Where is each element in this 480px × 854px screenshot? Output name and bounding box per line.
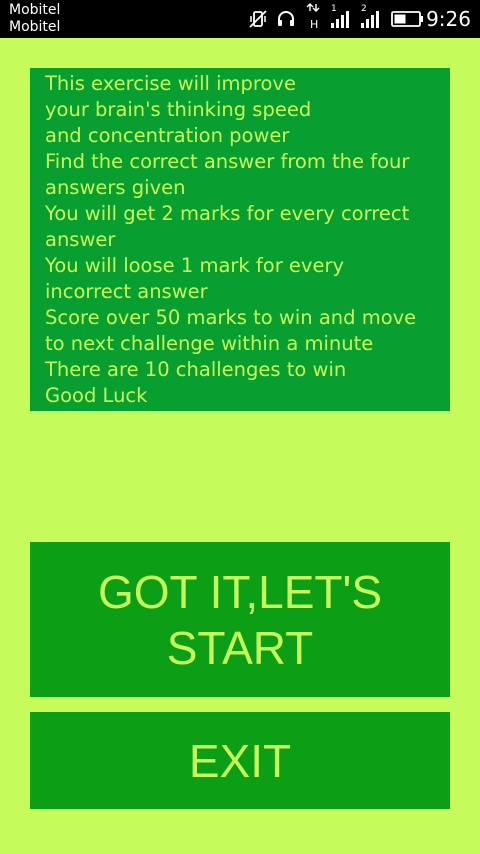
instruction-line: You will get 2 marks for every correct [45, 202, 410, 225]
start-button-label-line2: START [166, 621, 314, 674]
instruction-line: your brain's thinking speed [45, 98, 312, 121]
network-type-label: H [310, 18, 318, 31]
exit-button[interactable]: EXIT [30, 712, 450, 809]
instruction-line: Find the correct answer from the four [45, 150, 410, 173]
start-button-label-line1: GOT IT,LET'S [98, 565, 382, 618]
signal-icon: 1 [328, 2, 354, 32]
carrier-name-sim1: Mobitel [9, 2, 61, 18]
exit-button-label: EXIT [188, 734, 292, 787]
instruction-line: This exercise will improve [45, 72, 296, 95]
start-button[interactable]: GOT IT,LET'S START [30, 542, 450, 697]
instruction-line: Good Luck [45, 384, 148, 407]
headset-icon [275, 8, 297, 30]
signal-icon: 2 [358, 2, 384, 32]
instruction-line: There are 10 challenges to win [45, 358, 347, 381]
sim1-index-label: 1 [331, 4, 337, 14]
instruction-line: to next challenge within a minute [45, 332, 374, 355]
status-bar: Mobitel Mobitel H 1 2 9:26 [0, 0, 480, 38]
instructions-panel: This exercise will improve your brain's … [30, 68, 450, 411]
instruction-line: Score over 50 marks to win and move [45, 306, 417, 329]
instruction-line: You will loose 1 mark for every [45, 254, 345, 277]
vibrate-muted-icon [247, 8, 269, 30]
clock-time: 9:26 [426, 7, 471, 31]
instruction-line: incorrect answer [45, 280, 208, 303]
carrier-name-sim2: Mobitel [9, 19, 61, 35]
battery-icon [390, 8, 426, 30]
data-arrows-icon: H [305, 2, 325, 32]
instruction-line: and concentration power [45, 124, 290, 147]
sim2-index-label: 2 [361, 4, 367, 14]
instruction-line: answers given [45, 176, 186, 199]
instruction-line: answer [45, 228, 116, 251]
